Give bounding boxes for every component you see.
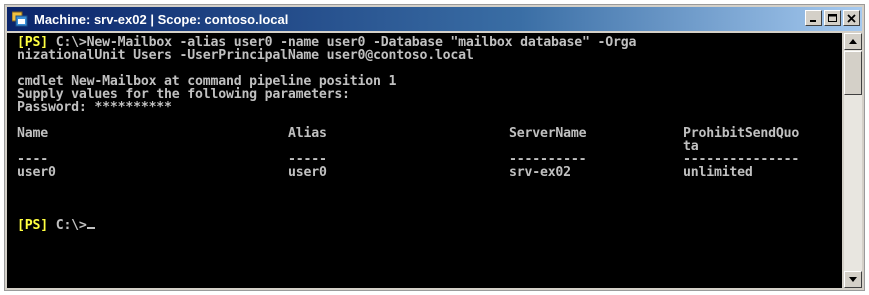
password-line: Password: **********: [17, 100, 172, 115]
table-cell-name: user0: [17, 165, 56, 180]
text-cursor: [86, 227, 95, 229]
minimize-icon: [810, 20, 816, 22]
final-prompt[interactable]: [PS] C:\>: [17, 218, 95, 233]
table-header-name: Name: [17, 126, 48, 141]
title-bar[interactable]: Machine: srv-ex02 | Scope: contoso.local: [7, 7, 862, 31]
table-cell-prohibitsendquota: unlimited: [683, 165, 753, 180]
minimize-button[interactable]: [805, 10, 822, 26]
table-cell-servername: srv-ex02: [509, 165, 571, 180]
close-button[interactable]: [843, 10, 860, 26]
console-output[interactable]: [PS] C:\>New-Mailbox -alias user0 -name …: [7, 33, 842, 288]
scroll-up-arrow-icon: [849, 39, 857, 44]
prompt-path: C:\>: [47, 218, 87, 233]
vertical-scrollbar[interactable]: [844, 33, 862, 288]
maximize-button[interactable]: [824, 10, 841, 26]
scroll-down-button[interactable]: [844, 271, 862, 288]
table-header-alias: Alias: [288, 126, 327, 141]
table-header-prohibitsendquota: ProhibitSendQuo: [683, 126, 800, 141]
prompt-tag: [PS]: [17, 218, 48, 233]
table-header-servername: ServerName: [509, 126, 587, 141]
maximize-icon: [828, 14, 837, 22]
scroll-down-arrow-icon: [849, 277, 857, 282]
command-line-wrap: nizationalUnit Users -UserPrincipalName …: [17, 48, 474, 63]
console-window: Machine: srv-ex02 | Scope: contoso.local: [4, 4, 865, 291]
window-controls: [803, 10, 860, 26]
table-cell-alias: user0: [288, 165, 327, 180]
scroll-thumb[interactable]: [844, 51, 862, 95]
close-icon: [847, 14, 856, 23]
scroll-up-button[interactable]: [844, 33, 862, 50]
powershell-window-icon: [11, 11, 28, 27]
window-title: Machine: srv-ex02 | Scope: contoso.local: [34, 11, 289, 27]
